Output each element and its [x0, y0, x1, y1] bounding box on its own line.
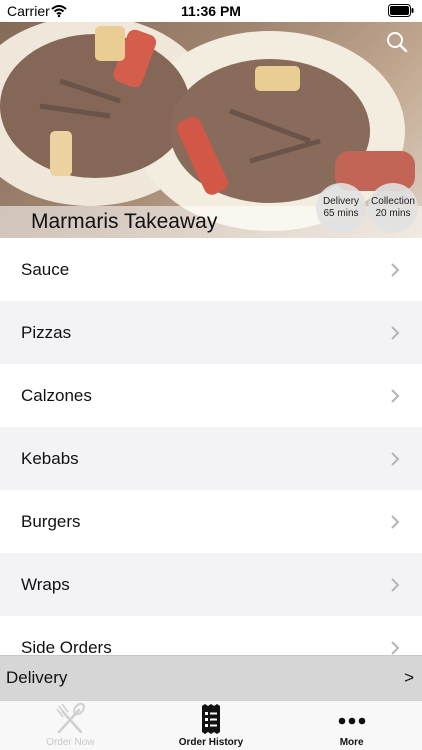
chevron-right-icon — [391, 514, 400, 529]
menu-category-sauce[interactable]: Sauce — [0, 238, 422, 301]
more-dots-icon — [338, 717, 365, 725]
collection-time-badge: Collection 20 mins — [368, 183, 418, 233]
tab-label: More — [339, 737, 364, 748]
tab-label: Order Now — [46, 737, 95, 748]
menu-category-label: Calzones — [21, 385, 92, 405]
collection-badge-label: Collection — [371, 196, 415, 207]
delivery-badge-label: Delivery — [322, 196, 360, 207]
tab-order-now[interactable]: Order Now — [0, 701, 141, 750]
menu-category-calzones[interactable]: Calzones — [0, 364, 422, 427]
delivery-time-badge: Delivery 65 mins — [316, 183, 366, 233]
menu-category-kebabs[interactable]: Kebabs — [0, 427, 422, 490]
order-mode-bar[interactable]: Delivery > — [0, 655, 422, 700]
order-mode-arrow: > — [404, 668, 414, 687]
menu-category-label: Pizzas — [21, 322, 72, 342]
chevron-right-icon — [391, 325, 400, 340]
clock: 11:36 PM — [181, 3, 241, 19]
delivery-badge-time: 65 mins — [323, 208, 359, 219]
menu-category-wraps[interactable]: Wraps — [0, 553, 422, 616]
search-icon[interactable] — [386, 31, 408, 58]
menu-category-label: Side Orders — [21, 637, 112, 656]
battery-icon — [388, 4, 414, 22]
fork-knife-icon — [56, 702, 86, 734]
menu-category-list: Sauce Pizzas Calzones Kebabs Burgers Wra… — [0, 238, 422, 655]
menu-category-burgers[interactable]: Burgers — [0, 490, 422, 553]
menu-category-label: Kebabs — [21, 448, 79, 468]
restaurant-name: Marmaris Takeaway — [31, 210, 218, 233]
menu-category-side-orders[interactable]: Side Orders — [0, 616, 422, 655]
chevron-right-icon — [391, 640, 400, 655]
menu-category-label: Sauce — [21, 259, 70, 279]
collection-badge-time: 20 mins — [375, 208, 411, 219]
status-bar: Carrier 11:36 PM — [0, 0, 422, 22]
receipt-icon — [202, 704, 220, 734]
restaurant-header: Marmaris Takeaway Delivery 65 mins Colle… — [0, 21, 422, 238]
menu-category-pizzas[interactable]: Pizzas — [0, 301, 422, 364]
tab-label: Order History — [178, 737, 244, 748]
tab-bar: Order Now Order History More — [0, 700, 422, 750]
chevron-right-icon — [391, 262, 400, 277]
chevron-right-icon — [391, 451, 400, 466]
order-mode-label: Delivery — [6, 668, 68, 687]
menu-category-label: Wraps — [21, 574, 70, 594]
chevron-right-icon — [391, 388, 400, 403]
tab-more[interactable]: More — [281, 701, 422, 750]
tab-order-history[interactable]: Order History — [141, 701, 282, 750]
chevron-right-icon — [391, 577, 400, 592]
menu-category-label: Burgers — [21, 511, 81, 531]
